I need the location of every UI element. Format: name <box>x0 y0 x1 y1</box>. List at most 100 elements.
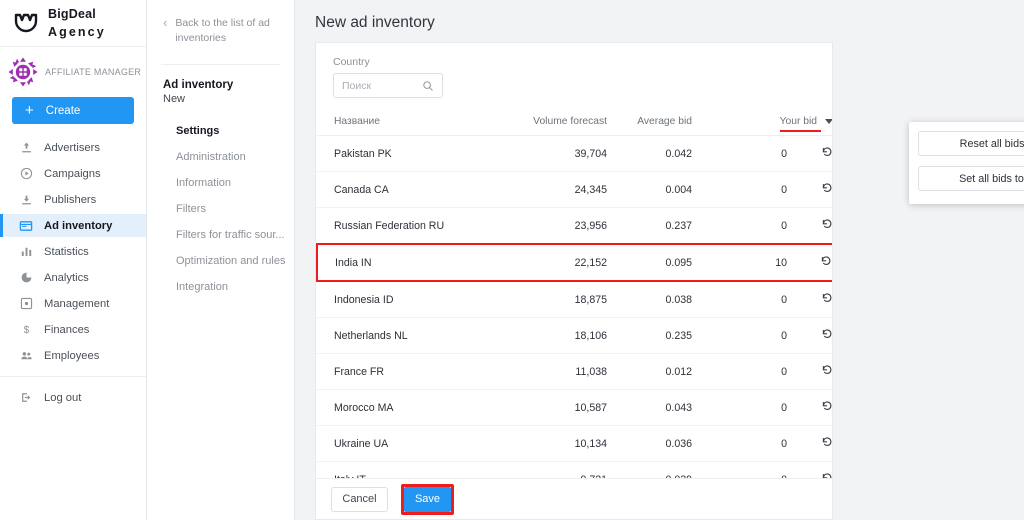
cell-volume-forecast: 18,106 <box>502 317 607 354</box>
subnav-item-filters-traffic-sources[interactable]: Filters for traffic sour... <box>147 222 294 248</box>
sidebar-item-employees[interactable]: Employees <box>0 344 146 367</box>
cell-reset-action[interactable] <box>787 353 832 390</box>
sidebar-item-label: Publishers <box>44 193 97 206</box>
subnav-item-administration[interactable]: Administration <box>147 144 294 170</box>
sidebar-item-label: Finances <box>44 323 90 336</box>
account-switcher[interactable]: AFFILIATE MANAGER <box>0 53 146 91</box>
cell-reset-action[interactable] <box>787 171 832 208</box>
table-body: Pakistan PK 39,704 0.042 0 Canada CA 24,… <box>316 135 832 520</box>
cell-your-bid[interactable]: 0 <box>692 389 787 426</box>
subnav-item-optimization-and-rules[interactable]: Optimization and rules <box>147 248 294 274</box>
table-row[interactable]: France FR 11,038 0.012 0 <box>317 353 832 390</box>
country-filter-label: Country <box>333 56 370 68</box>
your-bid-popover: Reset all bids to average bids Set all b… <box>909 122 1024 204</box>
cell-reset-action[interactable] <box>787 243 832 282</box>
affiliate-manager-logo-icon <box>8 57 38 87</box>
sidebar-item-logout[interactable]: Log out <box>0 386 146 409</box>
reset-undo-icon[interactable] <box>821 328 832 340</box>
sidebar-item-advertisers[interactable]: Advertisers <box>0 136 146 159</box>
sidebar-item-ad-inventory[interactable]: Ad inventory <box>0 214 146 237</box>
cell-reset-action[interactable] <box>787 135 832 172</box>
reset-undo-icon[interactable] <box>821 436 832 448</box>
cell-reset-action[interactable] <box>787 281 832 318</box>
your-bid-red-underline-annotation <box>779 130 822 132</box>
cell-your-bid[interactable]: 0 <box>692 281 787 318</box>
dollar-icon: $ <box>19 323 33 337</box>
popover-row-set-all: Set all bids to <box>918 166 1024 191</box>
table-row[interactable]: Netherlands NL 18,106 0.235 0 <box>317 317 832 354</box>
reset-undo-icon[interactable] <box>821 364 832 376</box>
cell-reset-action[interactable] <box>787 317 832 354</box>
sidebar-item-finances[interactable]: $ Finances <box>0 318 146 341</box>
save-button[interactable]: Save <box>404 486 451 512</box>
sidebar-item-label: Ad inventory <box>44 219 113 232</box>
account-label: AFFILIATE MANAGER <box>45 67 142 77</box>
brand-line-1: BigDeal <box>48 7 96 22</box>
table-row[interactable]: Ukraine UA 10,134 0.036 0 <box>317 425 832 462</box>
cancel-button[interactable]: Cancel <box>331 486 388 512</box>
your-bid-label: Your bid <box>779 116 818 127</box>
cell-your-bid[interactable]: 10 <box>692 243 787 282</box>
cell-average-bid: 0.036 <box>607 425 692 462</box>
table-row[interactable]: Indonesia ID 18,875 0.038 0 <box>317 281 832 318</box>
sidebar-item-label: Statistics <box>44 245 89 258</box>
cell-your-bid[interactable]: 0 <box>692 317 787 354</box>
cell-your-bid[interactable]: 0 <box>692 353 787 390</box>
sidebar-item-label: Management <box>44 297 110 310</box>
window-icon <box>19 219 33 233</box>
back-to-list-link[interactable]: ‹ Back to the list of ad inventories <box>147 0 294 46</box>
subnav-item-information[interactable]: Information <box>147 170 294 196</box>
table-row-highlighted[interactable]: India IN 22,152 0.095 10 <box>316 243 832 282</box>
country-search-box[interactable] <box>333 73 443 98</box>
cell-reset-action[interactable] <box>787 425 832 462</box>
settings-box-icon <box>19 297 33 311</box>
cell-volume-forecast: 11,038 <box>502 353 607 390</box>
sidebar-item-label: Analytics <box>44 271 89 284</box>
reset-undo-icon[interactable] <box>820 255 832 267</box>
column-header-your-bid[interactable]: Your bid <box>692 110 832 136</box>
subnav-item-filters[interactable]: Filters <box>147 196 294 222</box>
table-row[interactable]: Russian Federation RU 23,956 0.237 0 <box>317 207 832 245</box>
cell-your-bid[interactable]: 0 <box>692 207 787 245</box>
plus-icon: + <box>25 102 34 119</box>
cell-your-bid[interactable]: 0 <box>692 171 787 208</box>
cell-volume-forecast: 10,587 <box>502 389 607 426</box>
reset-all-bids-button[interactable]: Reset all bids to average bids <box>918 131 1024 156</box>
reset-undo-icon[interactable] <box>821 182 832 194</box>
cell-reset-action[interactable] <box>787 207 832 245</box>
sidebar-item-analytics[interactable]: Analytics <box>0 266 146 289</box>
logout-icon <box>19 391 33 405</box>
cell-your-bid[interactable]: 0 <box>692 425 787 462</box>
search-input[interactable] <box>342 79 422 92</box>
cell-country-name: Russian Federation RU <box>317 207 502 245</box>
cell-country-name: India IN <box>316 243 502 282</box>
sidebar-item-management[interactable]: Management <box>0 292 146 315</box>
cell-your-bid[interactable]: 0 <box>692 135 787 172</box>
table-row[interactable]: Pakistan PK 39,704 0.042 0 <box>317 135 832 172</box>
sidebar-item-campaigns[interactable]: Campaigns <box>0 162 146 185</box>
sidebar-nav: Advertisers Campaigns Publishers Ad inve… <box>0 136 146 412</box>
table-row[interactable]: Canada CA 24,345 0.004 0 <box>317 171 832 208</box>
cell-volume-forecast: 23,956 <box>502 207 607 245</box>
reset-undo-icon[interactable] <box>821 218 832 230</box>
reset-undo-icon[interactable] <box>821 400 832 412</box>
cell-average-bid: 0.004 <box>607 171 692 208</box>
sidebar-item-publishers[interactable]: Publishers <box>0 188 146 211</box>
your-bid-dropdown-trigger[interactable]: Your bid <box>779 116 832 132</box>
brand-logo[interactable]: BigDeal Agency <box>0 0 146 47</box>
reset-undo-icon[interactable] <box>821 292 832 304</box>
cell-reset-action[interactable] <box>787 389 832 426</box>
set-all-bids-button[interactable]: Set all bids to <box>918 166 1024 191</box>
download-icon <box>19 193 33 207</box>
table-header-row: Название Volume forecast Average bid You… <box>317 110 832 136</box>
cell-country-name: Netherlands NL <box>317 317 502 354</box>
sidebar-item-statistics[interactable]: Statistics <box>0 240 146 263</box>
chevron-left-icon: ‹ <box>163 15 168 30</box>
table-row[interactable]: Morocco MA 10,587 0.043 0 <box>317 389 832 426</box>
subnav-item-integration[interactable]: Integration <box>147 274 294 300</box>
reset-undo-icon[interactable] <box>821 146 832 158</box>
create-button[interactable]: + Create <box>12 97 134 124</box>
subpanel-nav: Settings Administration Information Filt… <box>147 118 294 300</box>
cell-average-bid: 0.012 <box>607 353 692 390</box>
subnav-item-settings[interactable]: Settings <box>147 118 294 144</box>
